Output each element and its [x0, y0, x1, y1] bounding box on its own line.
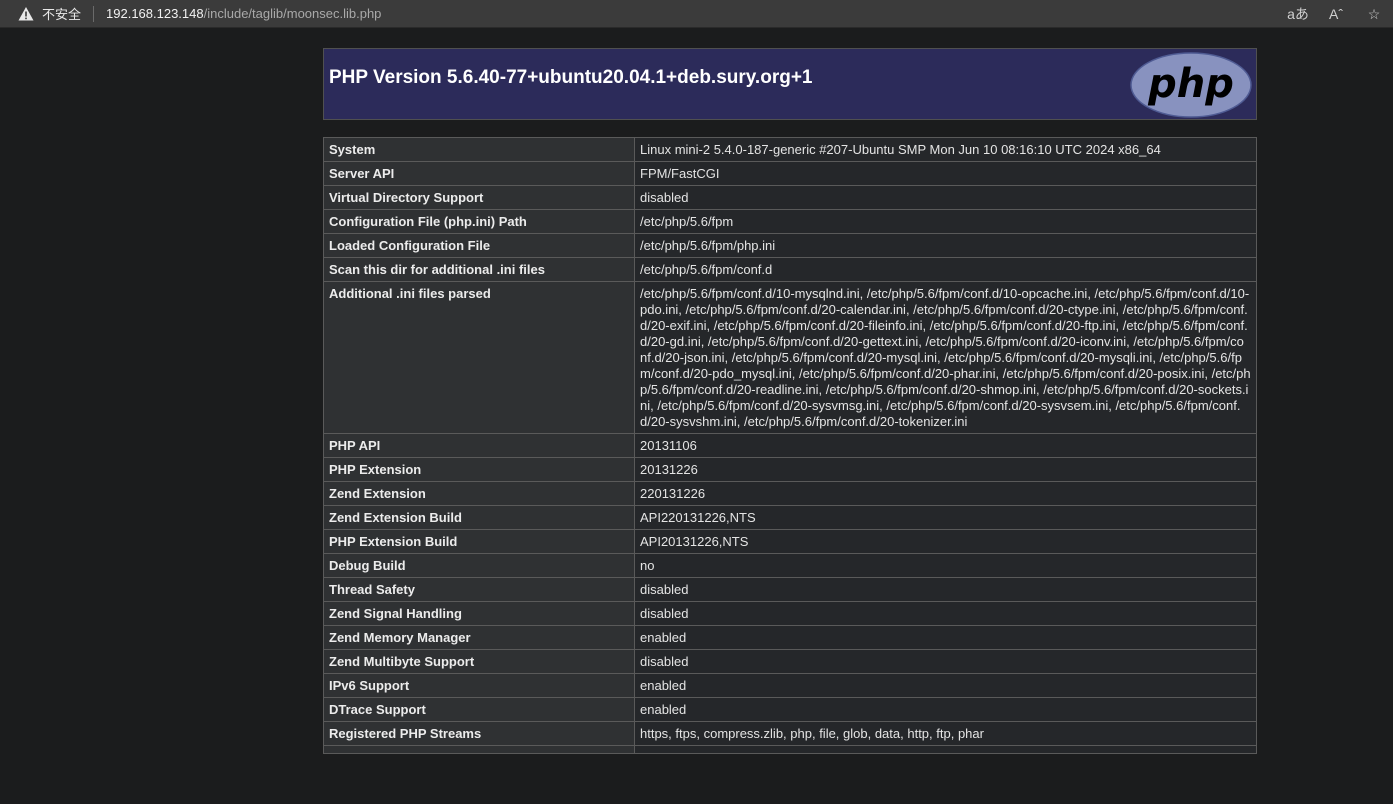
row-key: Debug Build	[323, 553, 635, 578]
row-key: DTrace Support	[323, 697, 635, 722]
warning-icon[interactable]	[18, 6, 34, 22]
row-value	[634, 745, 1257, 754]
table-row: Zend Memory Manager enabled	[323, 625, 1257, 650]
table-row: Configuration File (php.ini) Path/etc/ph…	[323, 209, 1257, 234]
row-value: disabled	[634, 577, 1257, 602]
php-logo-text: php	[1147, 61, 1234, 107]
row-value: /etc/php/5.6/fpm/conf.d/10-mysqlnd.ini, …	[634, 281, 1257, 434]
address-bar[interactable]: 不安全 192.168.123.148/include/taglib/moons…	[0, 0, 1393, 28]
row-value: disabled	[634, 649, 1257, 674]
table-row: System Linux mini-2 5.4.0-187-generic #20…	[323, 137, 1257, 162]
row-value: /etc/php/5.6/fpm/php.ini	[634, 233, 1257, 258]
table-row: Zend Extension Build API220131226,NTS	[323, 505, 1257, 530]
table-row: Zend Multibyte Support disabled	[323, 649, 1257, 674]
row-key	[323, 745, 635, 754]
security-status-label[interactable]: 不安全	[42, 4, 81, 23]
table-row: Virtual Directory Support disabled	[323, 185, 1257, 210]
divider	[93, 5, 95, 22]
row-value: enabled	[634, 697, 1257, 722]
row-value: https, ftps, compress.zlib, php, file, g…	[634, 721, 1257, 746]
php-version-header: PHP Version 5.6.40-77+ubuntu20.04.1+deb.…	[323, 48, 1257, 120]
table-row: Additional .ini files parsed/etc/php/5.6…	[323, 281, 1257, 434]
table-row: DTrace Support enabled	[323, 697, 1257, 722]
row-value: 220131226	[634, 481, 1257, 506]
table-row	[323, 745, 1257, 754]
row-key: Virtual Directory Support	[323, 185, 635, 210]
row-value: FPM/FastCGI	[634, 161, 1257, 186]
row-value: /etc/php/5.6/fpm	[634, 209, 1257, 234]
row-key: Thread Safety	[323, 577, 635, 602]
row-key: Server API	[323, 161, 635, 186]
row-key: PHP Extension Build	[323, 529, 635, 554]
phpinfo-content: PHP Version 5.6.40-77+ubuntu20.04.1+deb.…	[323, 48, 1257, 754]
url-host: 192.168.123.148	[106, 6, 204, 21]
row-key: Zend Memory Manager	[323, 625, 635, 650]
table-row: PHP Extension 20131226	[323, 457, 1257, 482]
row-value: API220131226,NTS	[634, 505, 1257, 530]
row-value: no	[634, 553, 1257, 578]
table-row: Scan this dir for additional .ini files /…	[323, 257, 1257, 282]
row-value: 20131106	[634, 433, 1257, 458]
address-bar-actions: aあ Aˆ ☆	[1279, 0, 1393, 28]
table-row: Zend Extension 220131226	[323, 481, 1257, 506]
row-key: PHP API	[323, 433, 635, 458]
url-path: /include/taglib/moonsec.lib.php	[203, 6, 382, 21]
row-value: Linux mini-2 5.4.0-187-generic #207-Ubun…	[634, 137, 1257, 162]
favorite-star-icon[interactable]: ☆	[1355, 6, 1393, 23]
row-key: System	[323, 137, 635, 162]
row-key: Additional .ini files parsed	[323, 281, 635, 434]
row-value: 20131226	[634, 457, 1257, 482]
table-row: Loaded Configuration File/etc/php/5.6/fp…	[323, 233, 1257, 258]
row-value: disabled	[634, 601, 1257, 626]
text-size-button[interactable]: Aˆ	[1317, 6, 1355, 22]
row-key: Configuration File (php.ini) Path	[323, 209, 635, 234]
php-logo-icon[interactable]: php	[1130, 52, 1252, 118]
table-row: Thread Safety disabled	[323, 577, 1257, 602]
row-value: /etc/php/5.6/fpm/conf.d	[634, 257, 1257, 282]
table-row: IPv6 Support enabled	[323, 673, 1257, 698]
row-value: enabled	[634, 673, 1257, 698]
table-row: Debug Build no	[323, 553, 1257, 578]
read-aloud-button[interactable]: aあ	[1279, 4, 1317, 24]
row-value: API20131226,NTS	[634, 529, 1257, 554]
row-key: Loaded Configuration File	[323, 233, 635, 258]
table-row: PHP Extension Build API20131226,NTS	[323, 529, 1257, 554]
row-key: Scan this dir for additional .ini files	[323, 257, 635, 282]
row-key: Zend Multibyte Support	[323, 649, 635, 674]
info-table: System Linux mini-2 5.4.0-187-generic #20…	[323, 137, 1257, 754]
table-row: PHP API 20131106	[323, 433, 1257, 458]
table-row: Registered PHP Streams https, ftps, compr…	[323, 721, 1257, 746]
row-key: Zend Extension	[323, 481, 635, 506]
row-key: Zend Signal Handling	[323, 601, 635, 626]
table-row: Zend Signal Handling disabled	[323, 601, 1257, 626]
row-key: IPv6 Support	[323, 673, 635, 698]
table-row: Server API FPM/FastCGI	[323, 161, 1257, 186]
row-key: Zend Extension Build	[323, 505, 635, 530]
url-text[interactable]: 192.168.123.148/include/taglib/moonsec.l…	[106, 6, 381, 21]
row-key: Registered PHP Streams	[323, 721, 635, 746]
row-value: enabled	[634, 625, 1257, 650]
page-title: PHP Version 5.6.40-77+ubuntu20.04.1+deb.…	[329, 67, 813, 88]
row-key: PHP Extension	[323, 457, 635, 482]
row-value: disabled	[634, 185, 1257, 210]
